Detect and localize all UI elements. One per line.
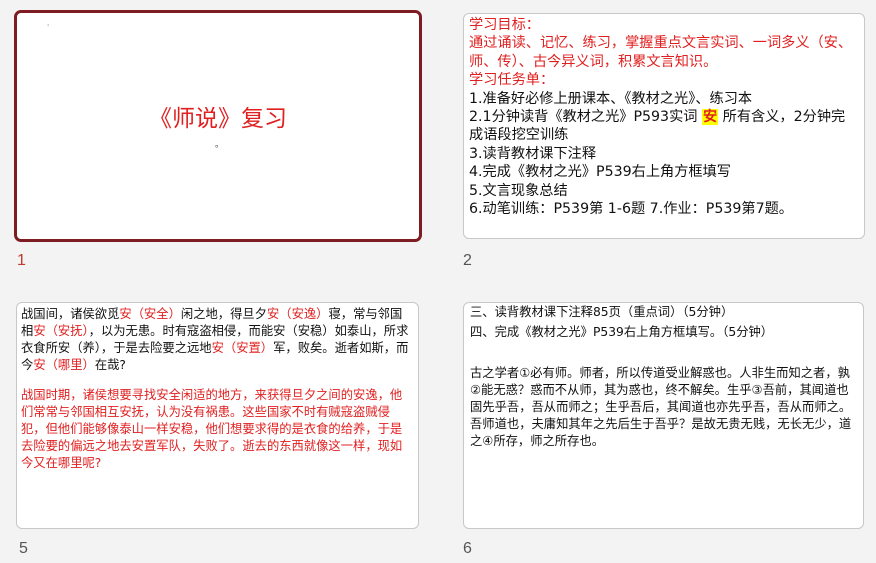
task-item: 3.读背教材课下注释 (469, 145, 597, 162)
slide-number-5: 5 (19, 540, 28, 557)
task-text: 2.1分钟读背《教材之光》P593实词 (469, 109, 702, 126)
slide-thumbnail-1[interactable]: ' 《师说》复习 。 (14, 10, 422, 242)
text-run-red: 安（安抚） (33, 324, 89, 338)
task-heading: 学习任务单： (469, 72, 555, 89)
slide-number-1: 1 (17, 252, 26, 269)
text-run-red: 安（安逸） (266, 307, 329, 321)
text-run-red: 安（安置） (211, 341, 274, 355)
text-run: 在哉? (94, 358, 126, 372)
slide-number-2: 2 (463, 252, 472, 269)
text-run-red: 安（安全） (119, 307, 181, 321)
passage-text: 古之学者①必有师。师者，所以传道受业解惑也。人非生而知之者，孰②能无惑？惑而不从… (470, 366, 852, 448)
slide-thumbnail-6[interactable]: 三、读背教材课下注释85页（重点词）（5分钟） 四、完成《教材之光》P539右上… (463, 302, 864, 529)
objective-heading: 学习目标： (469, 17, 540, 33)
slide-thumbnail-2[interactable]: 学习目标： 通过诵读、记忆、练习，掌握重点文言实词、一词多义（安、师、传）、古今… (463, 13, 865, 239)
text-run: 闲之地，得旦夕 (180, 307, 267, 321)
text-run: 战国间，诸侯欲觅 (21, 307, 120, 321)
task-line: 三、读背教材课下注释85页（重点词）（5分钟） (470, 305, 734, 319)
stray-mark: ' (47, 23, 50, 32)
translation-paragraph: 战国时期，诸侯想要寻找安全闲适的地方，来获得旦夕之间的安逸，他们常常与邻国相互安… (21, 388, 403, 470)
stray-mark: 。 (215, 140, 225, 150)
slide-title: 《师说》复习 (149, 106, 287, 132)
slide-thumbnail-5[interactable]: 战国间，诸侯欲觅安（安全）闲之地，得旦夕安（安逸）寝，常与邻国相安（安抚），以为… (16, 302, 419, 529)
task-item: 1.准备好必修上册课本、《教材之光》、练习本 (469, 90, 753, 107)
objective-text: 通过诵读、记忆、练习，掌握重点文言实词、一词多义（安、师、传）、古今异义词，积累… (469, 35, 853, 70)
task-item: 6.动笔训练：P539第 1-6题 7.作业：P539第7题。 (469, 201, 793, 218)
slide-number-6: 6 (463, 540, 472, 557)
text-run-red: 安（哪里） (33, 358, 95, 372)
classical-paragraph: 战国间，诸侯欲觅安（安全）闲之地，得旦夕安（安逸）寝，常与邻国相安（安抚），以为… (21, 306, 414, 374)
task-item: 2.1分钟读背《教材之光》P593实词 安 所有含义，2分钟完成语段挖空训练 (469, 108, 859, 145)
task-item: 4.完成《教材之光》P539右上角方框填写 (469, 164, 731, 181)
task-item: 5.文言现象总结 (469, 182, 568, 199)
highlighted-word: 安 (701, 109, 719, 126)
task-line: 四、完成《教材之光》P539右上角方框填写。（5分钟） (470, 325, 774, 339)
